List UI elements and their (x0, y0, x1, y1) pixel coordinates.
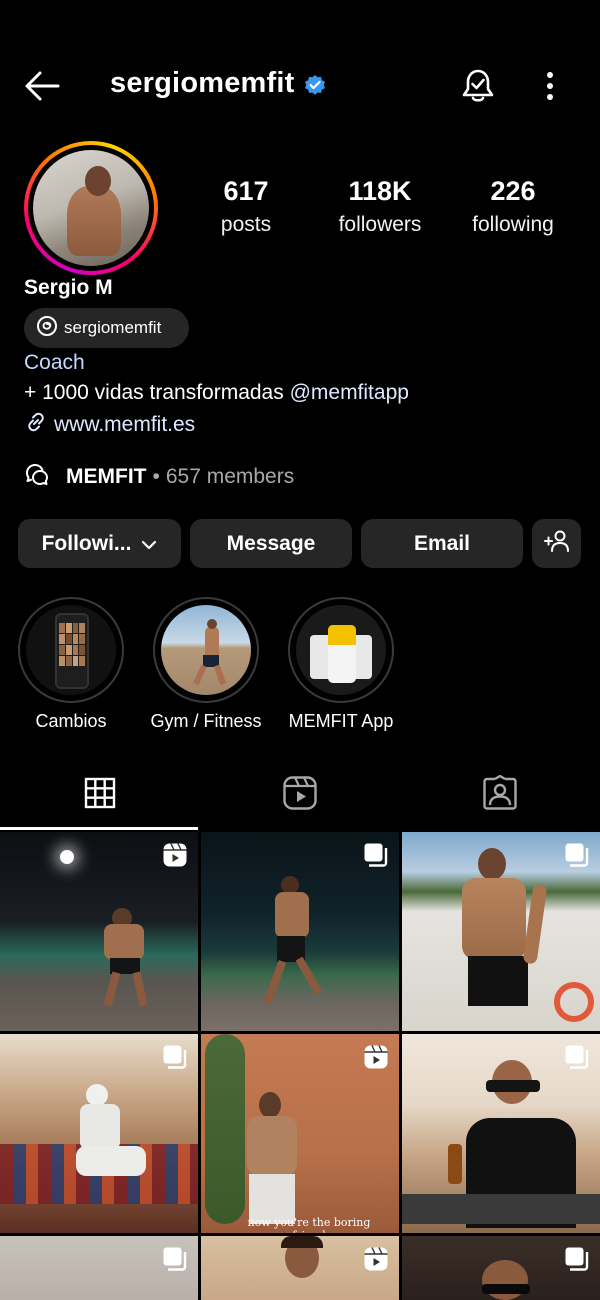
bio-text-content: + 1000 vidas transformadas (24, 381, 290, 404)
profile-username: sergiomemfit (110, 67, 295, 99)
profile-full-name: Sergio M (24, 276, 113, 299)
threads-icon (36, 315, 58, 342)
following-label: Followi... (41, 531, 132, 555)
add-person-icon (543, 529, 571, 559)
link-icon (24, 410, 48, 440)
reel-badge-icon (162, 842, 188, 868)
highlight-cover (26, 605, 116, 695)
stat-label: posts (220, 213, 272, 236)
post-thumbnail[interactable] (201, 832, 399, 1031)
stat-value: 617 (223, 176, 269, 206)
profile-avatar[interactable] (24, 141, 158, 275)
highlight-label: Cambios (35, 711, 107, 731)
carousel-icon (564, 1246, 590, 1272)
stat-posts[interactable]: 617 posts (181, 176, 311, 237)
top-bar: sergiomemfit (0, 56, 600, 116)
profile-tabs (0, 760, 600, 830)
reel-badge-icon (363, 1044, 389, 1070)
post-thumbnail[interactable] (0, 1236, 198, 1300)
post-caption-overlay: now you're the boring friend (247, 1216, 371, 1233)
post-thumbnail[interactable] (402, 1236, 600, 1300)
email-button[interactable]: Email (361, 519, 523, 568)
tab-reels[interactable] (200, 760, 400, 830)
bio-category: Coach (24, 351, 85, 374)
tab-posts-grid[interactable] (0, 760, 200, 830)
carousel-icon (564, 1044, 590, 1070)
stat-followers[interactable]: 118K followers (315, 176, 445, 237)
post-thumbnail[interactable] (0, 832, 198, 1031)
highlight-cambios[interactable]: Cambios (1, 597, 141, 732)
highlight-gym-fitness[interactable]: Gym / Fitness (136, 597, 276, 732)
bio-website-link[interactable]: www.memfit.es (24, 410, 195, 440)
highlight-label: Gym / Fitness (150, 711, 262, 731)
message-button[interactable]: Message (190, 519, 352, 568)
suggested-users-button[interactable] (532, 519, 581, 568)
highlight-memfit-app[interactable]: MEMFIT App (271, 597, 411, 732)
grid-icon (84, 777, 116, 814)
following-dropdown-button[interactable]: Followi... (18, 519, 181, 568)
notification-bell-icon[interactable] (458, 66, 498, 106)
bio-link-text: www.memfit.es (54, 413, 196, 436)
channel-chat-icon (24, 462, 50, 492)
highlight-cover (296, 605, 386, 695)
highlight-label: MEMFIT App (288, 711, 394, 731)
channel-name: MEMFIT (66, 465, 147, 488)
verified-badge-icon (303, 73, 327, 97)
channel-members: 657 members (165, 465, 295, 488)
threads-handle-label: sergiomemfit (64, 318, 162, 337)
chevron-down-icon (141, 532, 157, 556)
stat-value: 226 (490, 176, 536, 206)
carousel-icon (162, 1246, 188, 1272)
stat-label: following (472, 213, 554, 236)
carousel-icon (564, 842, 590, 868)
active-tab-indicator (0, 827, 198, 830)
more-options-icon[interactable] (534, 68, 566, 104)
tagged-person-icon (482, 774, 518, 816)
reel-badge-icon (363, 1246, 389, 1272)
post-thumbnail[interactable] (402, 1034, 600, 1233)
carousel-icon (363, 842, 389, 868)
stat-value: 118K (348, 176, 412, 206)
threads-handle-button[interactable]: sergiomemfit (24, 308, 189, 348)
channel-separator: • (152, 465, 160, 488)
post-thumbnail[interactable]: now you're the boring friend (201, 1034, 399, 1233)
carousel-icon (162, 1044, 188, 1070)
broadcast-channel[interactable]: MEMFIT • 657 members (24, 462, 294, 492)
bio-mention-link[interactable]: @memfitapp (290, 381, 409, 404)
back-arrow-icon[interactable] (22, 68, 62, 104)
reels-icon (282, 775, 318, 816)
bio-text: + 1000 vidas transformadas @memfitapp (24, 381, 409, 405)
tab-tagged[interactable] (400, 760, 600, 830)
post-thumbnail[interactable] (201, 1236, 399, 1300)
stat-following[interactable]: 226 following (448, 176, 578, 237)
post-thumbnail[interactable] (0, 1034, 198, 1233)
highlight-cover (161, 605, 251, 695)
stat-label: followers (338, 213, 422, 236)
post-thumbnail[interactable] (402, 832, 600, 1031)
avatar-photo (33, 150, 149, 266)
